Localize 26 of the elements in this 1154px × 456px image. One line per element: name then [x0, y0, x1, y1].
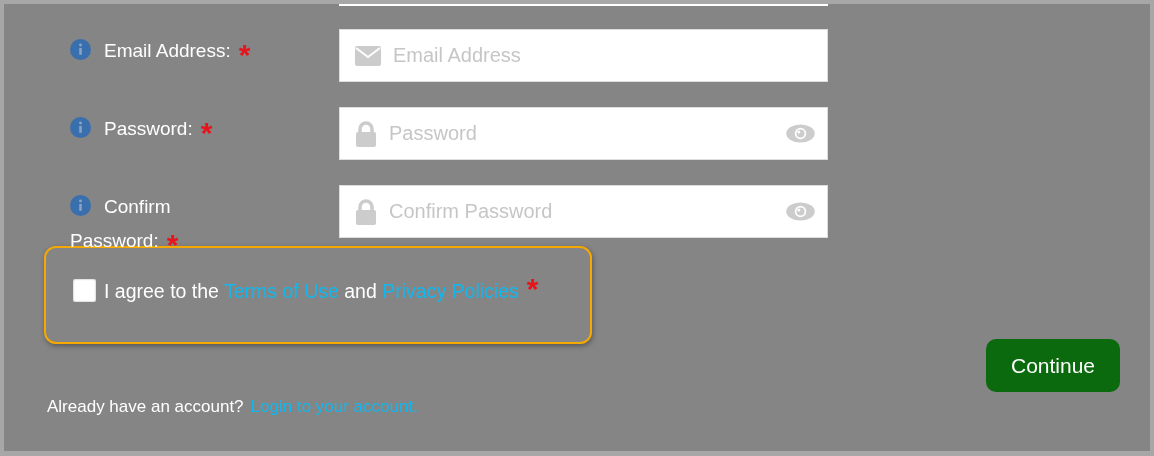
envelope-icon	[355, 45, 381, 66]
info-icon	[70, 39, 91, 60]
field-label: Password:	[70, 118, 193, 139]
eye-icon[interactable]	[786, 202, 815, 221]
info-icon	[70, 117, 91, 138]
continue-button[interactable]: Continue	[986, 339, 1120, 392]
terms-link[interactable]: Terms of Use	[224, 280, 339, 302]
account-prompt: Already have an account?	[47, 397, 244, 417]
login-link[interactable]: Login to your account.	[250, 397, 418, 417]
eye-icon[interactable]	[786, 124, 815, 143]
input-field[interactable]: Email Address	[393, 30, 815, 81]
lock-icon	[355, 120, 377, 147]
text-field[interactable]: Email Address	[339, 29, 828, 82]
info-icon	[70, 195, 91, 216]
lock-icon	[355, 198, 377, 225]
input-field[interactable]: Password	[389, 108, 786, 159]
agree-checkbox[interactable]	[73, 279, 96, 302]
input-field[interactable]: Confirm Password	[389, 186, 786, 237]
required-asterisk: *	[526, 279, 539, 299]
privacy-link[interactable]: Privacy Policies	[382, 280, 519, 302]
required-asterisk: *	[200, 116, 213, 149]
text-field[interactable]: Confirm Password	[339, 185, 828, 238]
text-field[interactable]: Password	[339, 107, 828, 160]
required-asterisk: *	[238, 38, 251, 71]
field-label: Email Address:	[70, 40, 231, 61]
agreement-text: I agree to the Terms of Use and Privacy Policies	[104, 279, 519, 303]
